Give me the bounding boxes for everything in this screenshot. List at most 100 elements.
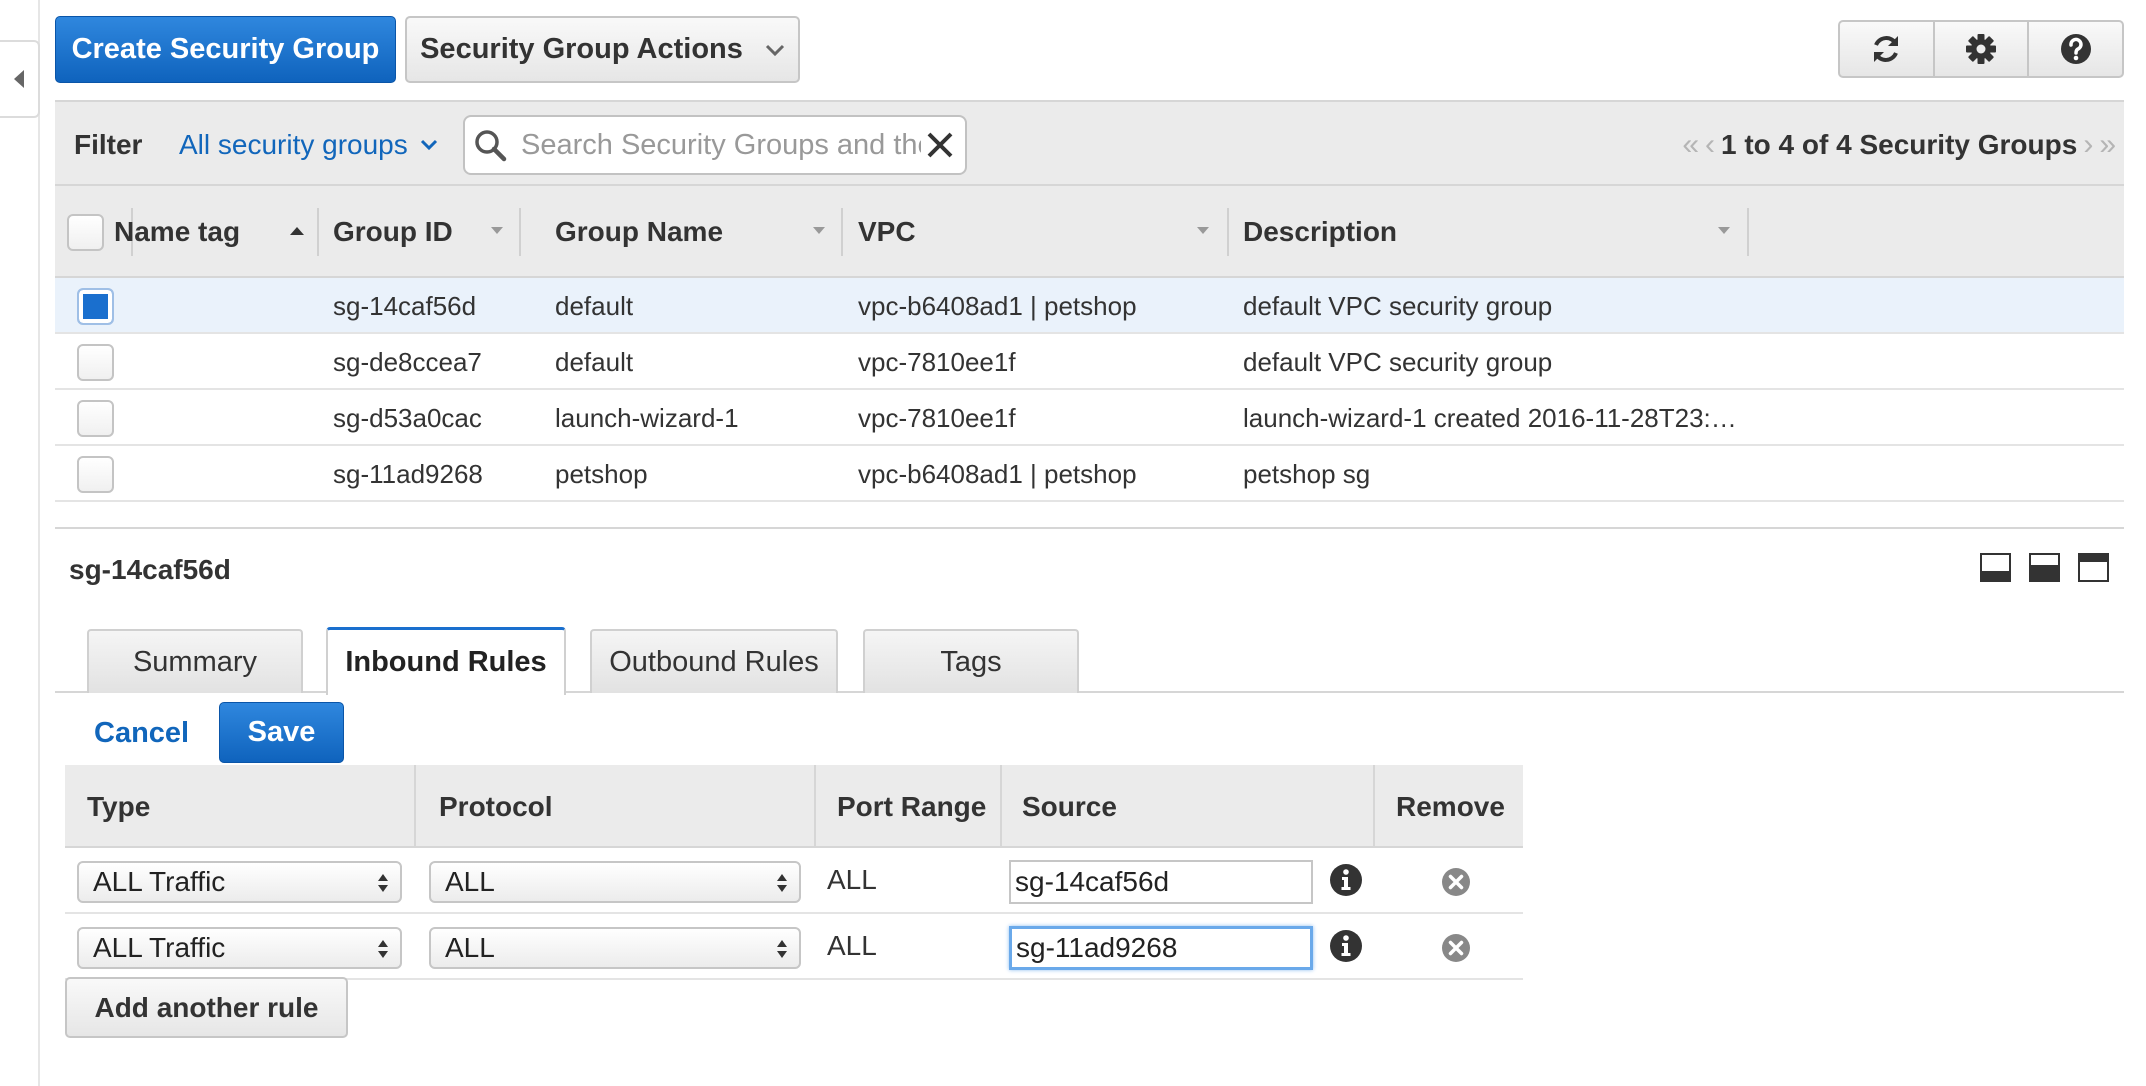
protocol-select-value: ALL (445, 932, 495, 963)
type-select[interactable]: ALL Traffic (77, 927, 402, 969)
layout-top-icon[interactable] (2078, 553, 2109, 582)
security-group-actions-label: Security Group Actions (420, 33, 743, 65)
settings-button[interactable] (1935, 22, 2030, 76)
header-vpc[interactable]: VPC (858, 186, 1224, 278)
create-security-group-button[interactable]: Create Security Group (55, 16, 396, 83)
remove-icon[interactable] (1441, 933, 1471, 963)
info-icon[interactable] (1329, 863, 1363, 897)
header-description[interactable]: Description (1243, 186, 1745, 278)
collapse-left-icon (14, 70, 24, 88)
help-icon (2060, 34, 2091, 64)
row-checkbox[interactable] (77, 287, 114, 325)
detail-tabs: Summary Inbound Rules Outbound Rules Tag… (55, 627, 2124, 695)
table-header: Name tag Group ID Group Name VPC Descrip… (55, 186, 2124, 278)
header-group-name[interactable]: Group Name (555, 186, 840, 278)
layout-split-icon[interactable] (2029, 553, 2060, 582)
table-row[interactable]: sg-11ad9268 petshop vpc-b6408ad1 | petsh… (55, 446, 2124, 502)
source-input[interactable] (1009, 926, 1313, 970)
description-cell: petshop sg (1243, 458, 1371, 489)
panel-divider[interactable] (55, 527, 2124, 529)
header-label: VPC (858, 216, 916, 247)
protocol-select[interactable]: ALL (429, 861, 801, 903)
chevron-down-icon (765, 44, 784, 56)
detail-title: sg-14caf56d (69, 554, 231, 585)
group-id-cell: sg-11ad9268 (333, 458, 483, 489)
security-group-actions-button[interactable]: Security Group Actions (405, 16, 800, 83)
info-icon[interactable] (1329, 929, 1363, 963)
gear-icon (1966, 34, 1996, 64)
table-row[interactable]: sg-de8ccea7 default vpc-7810ee1f default… (55, 334, 2124, 390)
group-id-cell: sg-14caf56d (333, 290, 477, 321)
source-input[interactable] (1009, 860, 1313, 904)
header-name-tag[interactable]: Name tag (114, 186, 319, 278)
chevron-down-icon (813, 227, 825, 234)
panel-layout-controls (1980, 553, 2109, 582)
vpc-cell: vpc-b6408ad1 | petshop (858, 290, 1137, 321)
description-cell: launch-wizard-1 created 2016-11-28T23:… (1243, 402, 1737, 433)
header-type: Type (87, 790, 151, 822)
column-divider (1373, 765, 1375, 848)
table-row[interactable]: sg-14caf56d default vpc-b6408ad1 | petsh… (55, 278, 2124, 334)
group-id-cell: sg-de8ccea7 (333, 346, 482, 377)
chevron-down-icon (1197, 227, 1209, 234)
filter-label: Filter (74, 129, 143, 160)
remove-icon[interactable] (1441, 867, 1471, 897)
row-checkbox[interactable] (77, 399, 114, 437)
table-row[interactable]: sg-d53a0cac launch-wizard-1 vpc-7810ee1f… (55, 390, 2124, 446)
header-protocol: Protocol (439, 790, 553, 822)
column-divider (1747, 208, 1749, 256)
protocol-select-value: ALL (445, 866, 495, 897)
column-divider (519, 208, 521, 256)
filter-bar: Filter All security groups « ‹ 1 to 4 of… (55, 100, 2124, 186)
layout-bottom-icon[interactable] (1980, 553, 2011, 582)
select-arrows-icon (777, 940, 787, 958)
search-icon (475, 130, 507, 162)
clear-icon[interactable] (925, 130, 955, 160)
column-divider (1000, 765, 1002, 848)
description-cell: default VPC security group (1243, 346, 1553, 377)
type-select-value: ALL Traffic (93, 932, 226, 963)
search-box (463, 115, 967, 175)
next-page-icon[interactable]: › (2083, 128, 2093, 162)
save-button[interactable]: Save (219, 702, 344, 763)
filter-dropdown[interactable]: All security groups (179, 129, 438, 161)
row-checkbox[interactable] (77, 343, 114, 381)
header-label: Group Name (555, 216, 724, 247)
refresh-button[interactable] (1840, 22, 1935, 76)
rules-table-header: Type Protocol Port Range Source Remove (65, 765, 1523, 848)
collapse-sidebar-button[interactable] (0, 40, 40, 118)
chevron-down-icon (491, 227, 503, 234)
protocol-select[interactable]: ALL (429, 927, 801, 969)
select-arrows-icon (378, 874, 388, 892)
column-divider (814, 765, 816, 848)
chevron-down-icon (1718, 227, 1730, 234)
tab-outbound-rules[interactable]: Outbound Rules (590, 629, 838, 693)
header-label: Group ID (333, 216, 453, 247)
type-select[interactable]: ALL Traffic (77, 861, 402, 903)
last-page-icon[interactable]: » (2099, 128, 2116, 162)
row-select-cell (77, 334, 114, 390)
tab-inbound-rules[interactable]: Inbound Rules (326, 627, 566, 695)
prev-page-icon[interactable]: ‹ (1705, 128, 1715, 162)
header-group-id[interactable]: Group ID (333, 186, 518, 278)
cancel-link[interactable]: Cancel (94, 717, 189, 750)
vpc-cell: vpc-b6408ad1 | petshop (858, 458, 1137, 489)
help-button[interactable] (2029, 22, 2122, 76)
select-all-checkbox[interactable] (66, 213, 104, 251)
tab-tags[interactable]: Tags (863, 629, 1079, 693)
port-range-value: ALL (827, 864, 877, 895)
group-name-cell: default (555, 290, 634, 321)
filter-dropdown-value: All security groups (179, 129, 408, 160)
add-rule-button[interactable]: Add another rule (65, 977, 348, 1038)
sort-asc-icon (290, 227, 304, 235)
search-input[interactable] (521, 128, 921, 162)
header-label: Name tag (114, 216, 241, 247)
column-divider (414, 765, 416, 848)
first-page-icon[interactable]: « (1682, 128, 1699, 162)
header-remove: Remove (1396, 790, 1505, 822)
tab-summary[interactable]: Summary (87, 629, 303, 693)
description-cell: default VPC security group (1243, 290, 1553, 321)
select-all-cell (55, 186, 115, 278)
group-name-cell: launch-wizard-1 (555, 402, 739, 433)
row-checkbox[interactable] (77, 455, 114, 493)
